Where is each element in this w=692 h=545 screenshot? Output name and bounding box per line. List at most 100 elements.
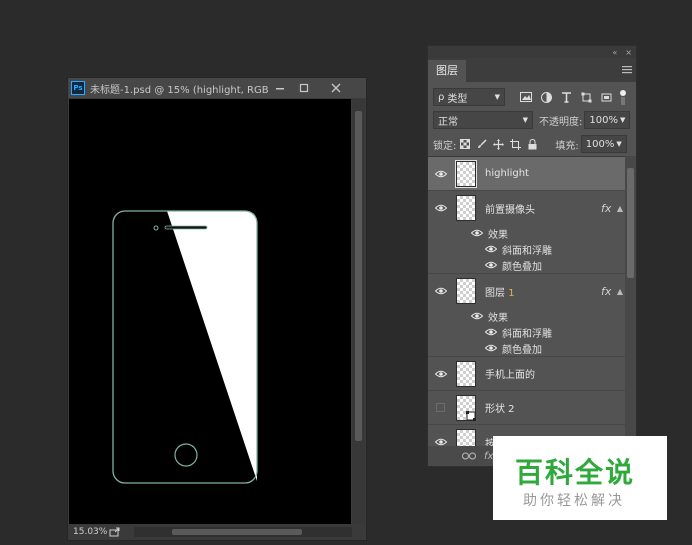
fill-field[interactable]: 100% ▼ xyxy=(580,135,627,153)
layer-row-front-camera[interactable]: 前置摄像头 fx ▲ xyxy=(428,191,625,225)
layers-panel: « × 图层 ρ 类型 ▼ 正常 ▼ 不透明度: 100% ▼ 锁定: 填充: … xyxy=(427,45,637,467)
layer-row-highlight[interactable]: highlight xyxy=(428,157,625,191)
filter-type-label: 类型 xyxy=(447,93,468,105)
layer-list-scroll-thumb[interactable] xyxy=(627,168,634,278)
effect-bevel-row[interactable]: 斜面和浮雕 xyxy=(428,324,625,340)
visibility-toggle[interactable] xyxy=(428,170,453,178)
maximize-button[interactable] xyxy=(292,79,316,97)
effect-visibility-toggle[interactable] xyxy=(485,261,497,269)
effect-visibility-toggle[interactable] xyxy=(485,245,497,253)
effect-color-row[interactable]: 颜色叠加 xyxy=(428,257,625,274)
effects-row[interactable]: 效果 xyxy=(428,308,625,324)
front-camera xyxy=(153,225,159,231)
vertical-scrollbar[interactable] xyxy=(352,99,365,524)
zoom-level[interactable]: 15.03% xyxy=(73,527,109,537)
panel-menu-button[interactable] xyxy=(622,64,632,77)
link-icon[interactable] xyxy=(462,452,476,460)
filter-type-button[interactable] xyxy=(556,88,576,106)
visibility-toggle[interactable] xyxy=(428,287,453,295)
eye-icon xyxy=(485,344,497,352)
chevron-up-icon[interactable]: ▲ xyxy=(615,287,625,296)
opacity-field[interactable]: 100% ▼ xyxy=(584,111,631,129)
effect-visibility-toggle[interactable] xyxy=(485,344,497,352)
highlight-shape xyxy=(167,211,257,481)
eye-icon xyxy=(485,328,497,336)
vertical-scroll-thumb[interactable] xyxy=(355,111,362,441)
visibility-toggle[interactable] xyxy=(428,370,453,378)
layer-list: highlight 前置摄像头 fx ▲ 效果 斜面和浮雕 颜色叠加 图层 1 … xyxy=(428,156,625,446)
shape-layer-icon xyxy=(466,410,476,421)
home-button xyxy=(174,443,198,467)
blend-mode-dropdown[interactable]: 正常 ▼ xyxy=(433,111,533,129)
visibility-toggle[interactable] xyxy=(428,403,453,412)
brush-icon xyxy=(477,139,487,148)
effect-color-label: 颜色叠加 xyxy=(502,261,542,273)
chevron-down-icon: ▼ xyxy=(616,140,622,148)
layer-thumbnail xyxy=(456,360,476,387)
chevron-up-icon[interactable]: ▲ xyxy=(615,204,625,213)
lock-transparent-button[interactable] xyxy=(456,135,473,153)
layer-row-phone-top[interactable]: 手机上面的 xyxy=(428,357,625,391)
lock-all-button[interactable] xyxy=(524,135,541,153)
photoshop-logo-icon: Ps xyxy=(71,81,85,95)
eye-icon xyxy=(485,261,497,269)
chevron-down-icon: ▼ xyxy=(494,93,500,101)
close-panel-button[interactable]: × xyxy=(625,48,632,57)
layer-row-layer-1[interactable]: 图层 1 fx ▲ xyxy=(428,274,625,308)
eye-icon xyxy=(434,438,447,446)
filter-type-dropdown[interactable]: ρ 类型 ▼ xyxy=(433,88,505,106)
layer-name-suffix: 1 xyxy=(508,287,515,299)
lock-label: 锁定: xyxy=(433,140,457,152)
document-canvas[interactable] xyxy=(69,99,351,524)
horizontal-scrollbar[interactable] xyxy=(134,527,352,537)
effect-bevel-row[interactable]: 斜面和浮雕 xyxy=(428,241,625,257)
maximize-icon xyxy=(299,83,309,93)
effect-visibility-toggle[interactable] xyxy=(485,328,497,336)
lock-position-button[interactable] xyxy=(490,135,507,153)
smart-object-icon xyxy=(601,93,611,101)
layer-name-text: 图层 xyxy=(485,287,505,299)
lock-artboard-button[interactable] xyxy=(507,135,524,153)
filter-smart-object-button[interactable] xyxy=(596,88,616,106)
share-icon[interactable] xyxy=(109,527,121,537)
layer-thumbnail xyxy=(455,159,477,188)
filter-adjustment-button[interactable] xyxy=(536,88,556,106)
layer-name: 手机上面的 xyxy=(485,370,535,381)
filter-row: ρ 类型 ▼ xyxy=(428,87,636,107)
layer-list-scrollbar[interactable] xyxy=(625,156,636,446)
effect-bevel-label: 斜面和浮雕 xyxy=(502,245,552,257)
effects-label: 效果 xyxy=(488,312,508,324)
layer-thumbnail xyxy=(456,429,476,446)
lock-pixels-button[interactable] xyxy=(473,135,490,153)
hidden-visibility-box xyxy=(436,403,445,412)
filter-shape-button[interactable] xyxy=(576,88,596,106)
layer-row-shape-2[interactable]: 形状 2 xyxy=(428,391,625,425)
fx-icon[interactable]: fx xyxy=(601,202,615,215)
effects-visibility-toggle[interactable] xyxy=(471,312,483,320)
opacity-value: 100% xyxy=(589,114,618,126)
chevron-down-icon: ▼ xyxy=(522,116,528,124)
filter-pixel-button[interactable] xyxy=(516,88,536,106)
effects-label: 效果 xyxy=(488,229,508,241)
fill-value: 100% xyxy=(585,138,615,150)
effect-color-label: 颜色叠加 xyxy=(502,344,542,356)
minimize-button[interactable] xyxy=(268,79,292,97)
visibility-toggle[interactable] xyxy=(428,438,453,446)
filter-toggle[interactable] xyxy=(620,89,626,105)
watermark-title: 百科全说 xyxy=(515,456,636,489)
tab-layers[interactable]: 图层 xyxy=(428,60,466,82)
horizontal-scroll-thumb[interactable] xyxy=(172,529,302,535)
toggle-indicator-icon xyxy=(620,89,626,96)
document-titlebar[interactable]: Ps 未标题-1.psd @ 15% (highlight, RGB... xyxy=(68,78,366,98)
visibility-toggle[interactable] xyxy=(428,204,453,212)
effects-row[interactable]: 效果 xyxy=(428,225,625,241)
collapse-panel-button[interactable]: « xyxy=(612,48,617,57)
effect-color-row[interactable]: 颜色叠加 xyxy=(428,340,625,357)
close-button[interactable] xyxy=(316,79,356,97)
move-icon xyxy=(493,138,505,150)
eye-icon xyxy=(471,312,483,320)
eye-icon xyxy=(434,204,447,212)
document-window: Ps 未标题-1.psd @ 15% (highlight, RGB... 15… xyxy=(67,77,367,541)
effects-visibility-toggle[interactable] xyxy=(471,229,483,237)
fx-icon[interactable]: fx xyxy=(601,285,615,298)
